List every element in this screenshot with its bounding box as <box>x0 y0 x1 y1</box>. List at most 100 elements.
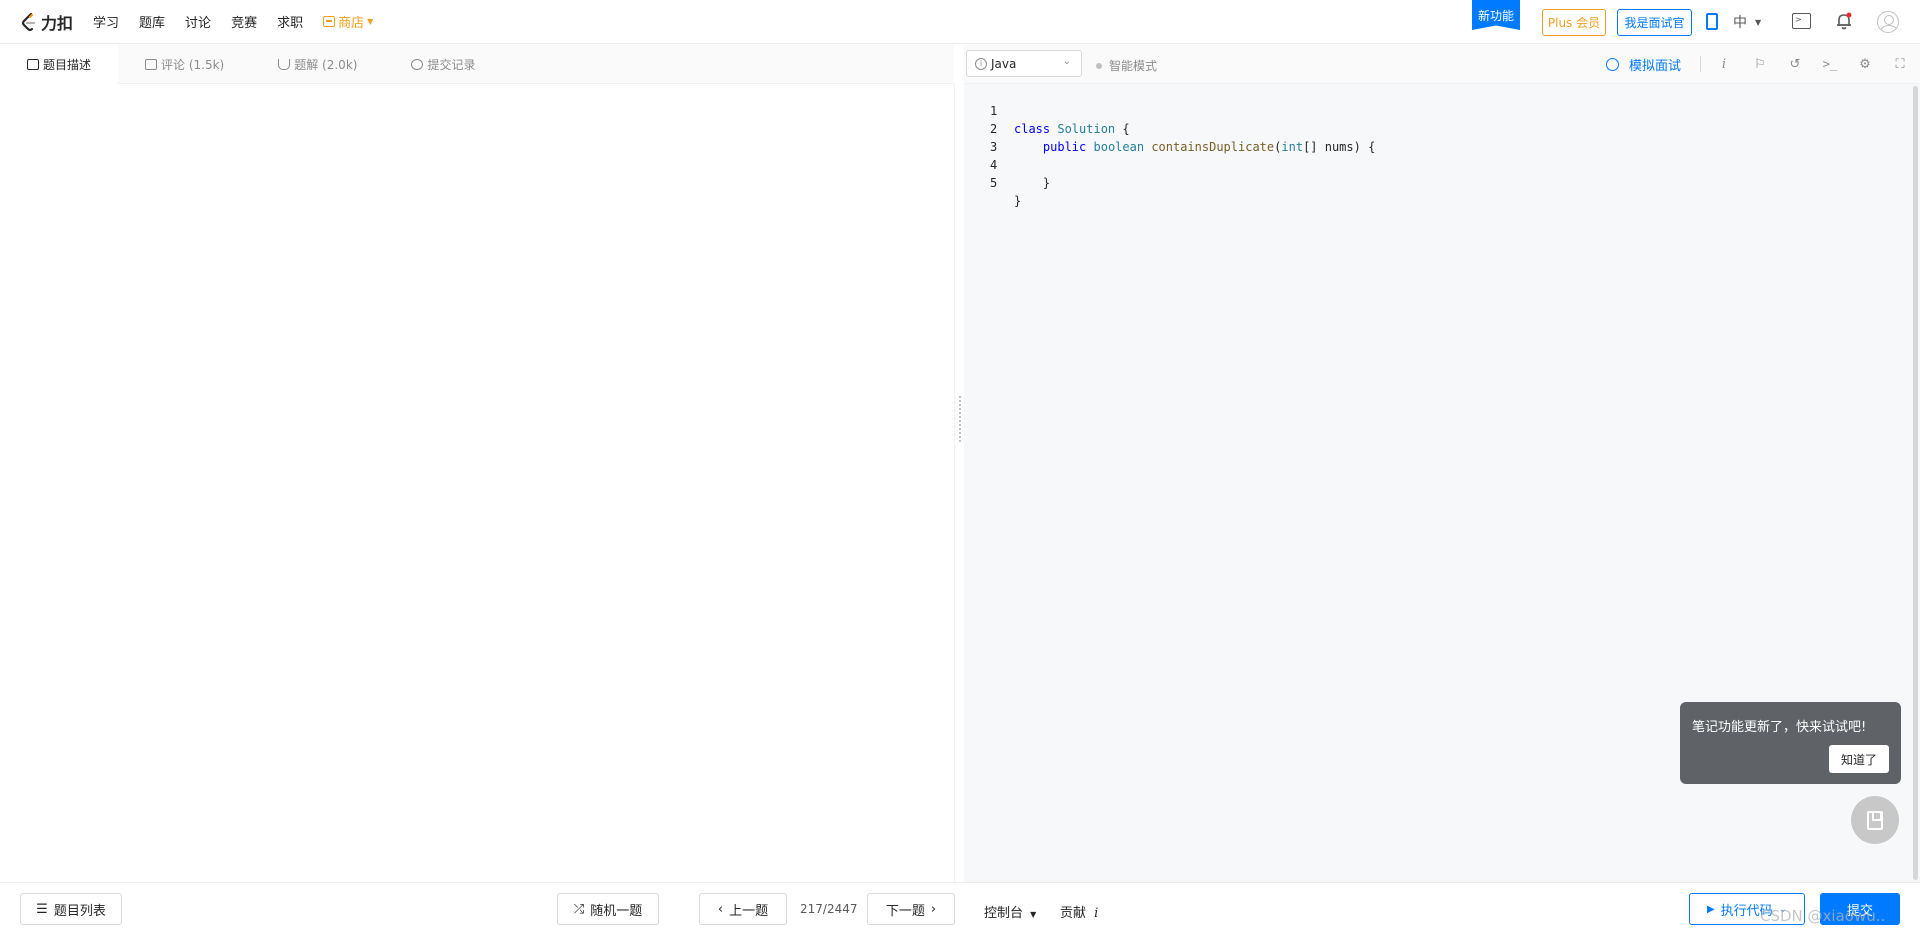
panel-splitter[interactable] <box>954 84 964 882</box>
tab-comments-label: 评论 (1.5k) <box>161 57 225 72</box>
language-select[interactable]: i Java ⌄ <box>966 50 1082 77</box>
submit-button[interactable]: 提交 <box>1820 893 1900 925</box>
reset-icon[interactable]: ↺ <box>1785 54 1805 74</box>
got-it-button[interactable]: 知道了 <box>1829 745 1889 773</box>
nav-store-label: 商店 <box>338 16 365 31</box>
tab-submissions-label: 提交记录 <box>427 57 476 72</box>
interviewer-button[interactable]: 我是面试官 <box>1617 9 1692 36</box>
caret-down-icon: ▼ <box>367 17 374 26</box>
brand-name: 力扣 <box>41 13 74 33</box>
code-text: } <box>1014 192 1021 210</box>
nav-jobs[interactable]: 求职 <box>277 12 303 31</box>
line-number: 5 <box>990 176 998 190</box>
run-code-label: 执行代码 <box>1720 903 1773 919</box>
line-number: 3 <box>990 140 998 154</box>
code-line: 3 <box>964 120 997 154</box>
scrollbar-thumb[interactable] <box>1913 86 1918 880</box>
smart-mode-label: 智能模式 <box>1109 59 1158 73</box>
editor-toolbar: i Java ⌄ 智能模式 模拟面试 i ⚐ ↺ >_ ⚙ ⛶ <box>964 44 1920 84</box>
tab-description[interactable]: 题目描述 <box>0 44 119 84</box>
language-select-value: Java <box>991 56 1017 71</box>
notification-bell-icon[interactable] <box>1836 12 1852 30</box>
notes-button[interactable] <box>1851 796 1899 844</box>
nav-contest[interactable]: 竞赛 <box>231 12 257 31</box>
code-token: boolean <box>1093 140 1145 154</box>
code-token: } <box>1042 176 1051 190</box>
smart-mode-toggle[interactable]: 智能模式 <box>1096 57 1157 74</box>
prev-problem-label: 上一题 <box>729 903 769 919</box>
contribute-button[interactable]: 贡献 i <box>1060 902 1098 921</box>
mobile-app-icon[interactable] <box>1706 13 1718 30</box>
tab-submissions[interactable]: 提交记录 <box>384 44 502 84</box>
caret-down-icon: ▼ <box>1755 17 1762 27</box>
tab-solutions-label: 题解 (2.0k) <box>294 57 358 72</box>
store-icon <box>323 16 336 27</box>
nav-problems[interactable]: 题库 <box>139 12 165 31</box>
code-token: int <box>1281 140 1304 154</box>
chevron-down-icon: ⌄ <box>1062 56 1071 67</box>
info-italic-icon[interactable]: i <box>1714 54 1734 74</box>
language-switch[interactable]: 中 ▼ <box>1733 12 1761 32</box>
mock-interview-button[interactable]: 模拟面试 <box>1606 55 1681 74</box>
code-token: [] nums) { <box>1303 140 1376 154</box>
line-number: 4 <box>990 158 998 172</box>
problem-list-label: 题目列表 <box>53 903 106 919</box>
plus-member-button[interactable]: Plus 会员 <box>1542 9 1606 36</box>
bottom-bar: ☰ 题目列表 ⤮ 随机一题 ‹ 上一题 217/2447 下一题 › 控制台 ▼… <box>0 882 1920 935</box>
line-number: 1 <box>990 104 998 118</box>
main-nav: 学习 题库 讨论 竞赛 求职 商店 ▼ <box>93 12 393 31</box>
code-line: 1 class Solution { <box>964 84 1130 136</box>
user-avatar[interactable] <box>1877 11 1899 33</box>
logo[interactable]: 力扣 <box>20 0 73 44</box>
code-token: { <box>1115 122 1130 136</box>
nav-store[interactable]: 商店 ▼ <box>323 12 373 31</box>
code-token: containsDuplicate <box>1151 140 1275 154</box>
code-token: class <box>1014 122 1051 136</box>
code-token: Solution <box>1057 122 1116 136</box>
status-dot-icon <box>1096 62 1102 69</box>
chevron-down-icon: ⌄ <box>1778 903 1788 915</box>
nav-discuss[interactable]: 讨论 <box>185 12 211 31</box>
next-problem-button[interactable]: 下一题 › <box>867 893 955 925</box>
flask-icon <box>278 58 291 70</box>
mock-interview-label: 模拟面试 <box>1629 59 1682 74</box>
clock-icon <box>411 58 424 70</box>
list-icon: ☰ <box>36 901 48 917</box>
caret-down-icon: ▼ <box>1030 910 1037 919</box>
alarm-clock-icon <box>1606 58 1619 71</box>
next-problem-label: 下一题 <box>885 903 925 919</box>
drag-handle-icon[interactable] <box>959 396 961 442</box>
language-label: 中 <box>1733 15 1747 31</box>
description-icon <box>27 58 39 70</box>
tab-description-label: 题目描述 <box>43 57 92 72</box>
problem-description-panel <box>0 84 954 882</box>
run-code-button[interactable]: ▶ 执行代码 ⌄ <box>1689 893 1805 925</box>
problem-tabs: 题目描述 评论 (1.5k) 题解 (2.0k) 提交记录 <box>0 44 954 84</box>
new-feature-badge[interactable]: 新功能 <box>1472 0 1520 30</box>
code-token: public <box>1042 140 1087 154</box>
tooltip-text: 笔记功能更新了，快来试试吧! <box>1692 720 1867 735</box>
leetcode-logo-icon <box>21 12 36 31</box>
shuffle-icon: ⤮ <box>573 901 585 917</box>
editor-scrollbar[interactable] <box>1910 84 1920 882</box>
nav-learn[interactable]: 学习 <box>93 12 119 31</box>
settings-icon[interactable]: ⚙ <box>1855 54 1875 74</box>
random-problem-button[interactable]: ⤮ 随机一题 <box>557 893 659 925</box>
line-number: 2 <box>990 122 998 136</box>
prev-problem-button[interactable]: ‹ 上一题 <box>699 893 787 925</box>
fullscreen-icon[interactable]: ⛶ <box>1890 54 1910 74</box>
console-toggle[interactable]: 控制台 ▼ <box>984 902 1036 921</box>
playground-icon[interactable]: > <box>1792 13 1811 29</box>
tab-solutions[interactable]: 题解 (2.0k) <box>251 44 384 84</box>
code-text: class Solution { <box>1014 120 1130 138</box>
problem-list-button[interactable]: ☰ 题目列表 <box>20 893 122 925</box>
terminal-icon[interactable]: >_ <box>1820 54 1840 74</box>
code-token: } <box>1014 194 1022 208</box>
tab-comments[interactable]: 评论 (1.5k) <box>118 44 251 84</box>
info-icon: i <box>975 57 987 70</box>
toolbar-divider <box>1700 56 1701 72</box>
random-problem-label: 随机一题 <box>590 903 643 919</box>
info-italic-icon: i <box>1094 906 1099 921</box>
chevron-right-icon: › <box>930 901 937 917</box>
flag-icon[interactable]: ⚐ <box>1750 54 1770 74</box>
